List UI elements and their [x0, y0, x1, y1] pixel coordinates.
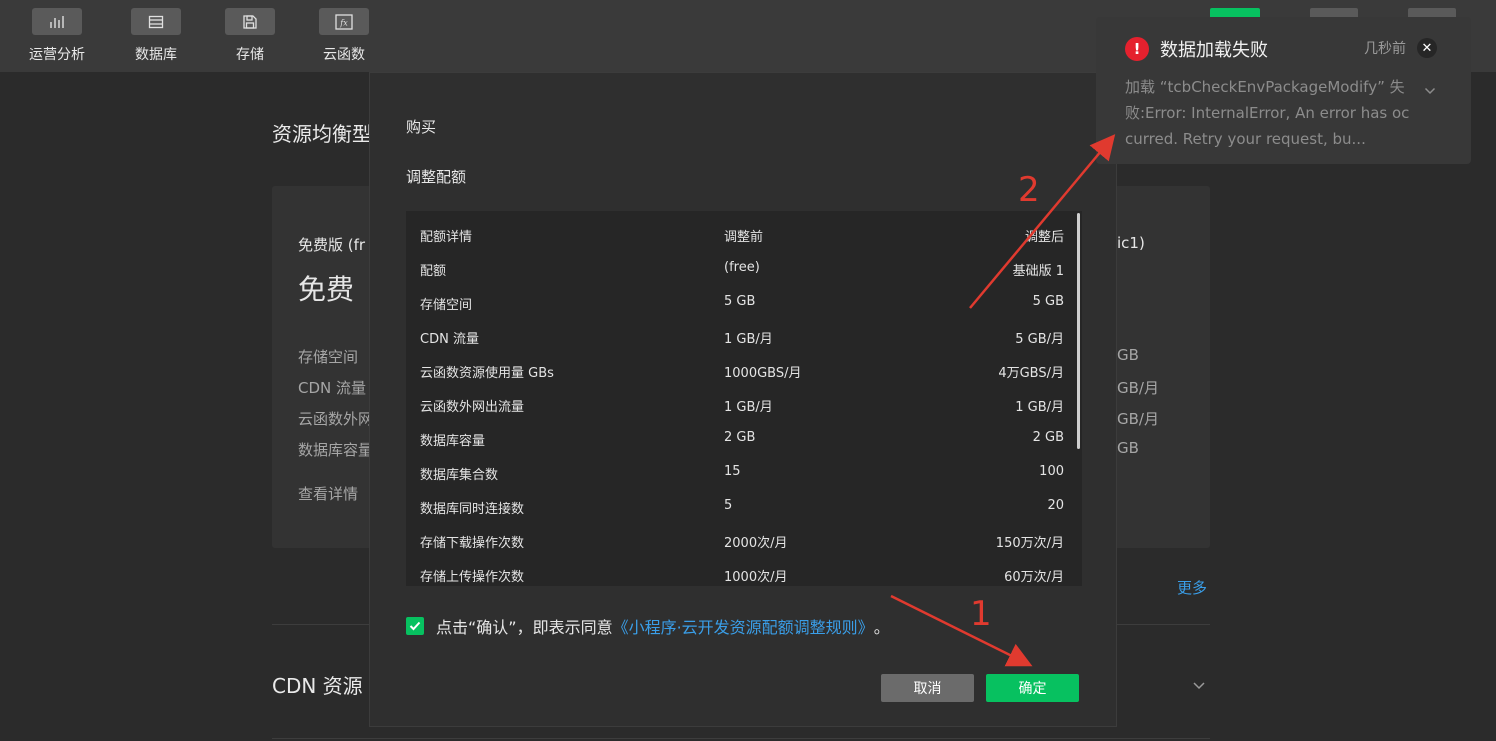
plan-row-value: GB/月 — [1117, 410, 1159, 428]
table-cell: 配额 — [420, 264, 447, 279]
plan-row-value: GB — [1117, 346, 1139, 364]
table-cell: 60万次/月 — [1004, 570, 1064, 585]
plan-row-value: GB — [1117, 439, 1139, 457]
table-cell: 5 GB — [724, 294, 756, 309]
toolbar-storage[interactable]: 存储 — [220, 8, 280, 64]
table-cell: 数据库容量 — [420, 434, 486, 449]
agreement-text: 点击“确认”，即表示同意 — [436, 618, 613, 637]
more-link[interactable]: 更多 — [1177, 577, 1207, 598]
divider — [272, 738, 1210, 739]
close-icon[interactable]: ✕ — [1417, 38, 1437, 58]
table-row: 配额 (free) 基础版 1 — [406, 251, 1072, 285]
toolbar-cloud-function[interactable]: fx 云函数 — [314, 8, 374, 64]
table-header: 配额详情 调整前 调整后 — [406, 217, 1072, 251]
table-row: 存储上传操作次数 1000次/月 60万次/月 — [406, 557, 1072, 586]
column-header: 调整前 — [724, 230, 764, 245]
cdn-section-title: CDN 资源 — [272, 674, 363, 698]
table-cell: 5 — [724, 498, 733, 513]
column-header: 配额详情 — [420, 230, 473, 245]
plan-row-value: GB/月 — [1117, 379, 1159, 397]
annotation-marker-2: 2 — [1018, 170, 1040, 210]
table-cell: 存储空间 — [420, 298, 473, 313]
error-notification: ! 数据加载失败 几秒前 ✕ 加载 “tcbCheckEnvPackageMod… — [1096, 17, 1471, 164]
plan-row: 云函数外网 — [298, 410, 374, 428]
adjust-quota-label: 调整配额 — [406, 168, 467, 186]
table-cell: CDN 流量 — [420, 332, 479, 347]
plan-name-right: ic1) — [1117, 234, 1145, 252]
error-icon: ! — [1125, 37, 1149, 61]
annotation-marker-1: 1 — [970, 594, 992, 634]
table-cell: 云函数资源使用量 GBs — [420, 366, 554, 381]
table-cell: 1 GB/月 — [724, 332, 773, 347]
toolbar-database[interactable]: 数据库 — [126, 8, 186, 64]
database-icon — [131, 8, 181, 35]
table-row: 云函数资源使用量 GBs 1000GBS/月 4万GBS/月 — [406, 353, 1072, 387]
table-cell: 15 — [724, 464, 741, 479]
plan-name: 免费版 (fr — [298, 236, 366, 254]
svg-text:fx: fx — [339, 18, 348, 27]
plan-row: 存储空间 — [298, 348, 359, 366]
agreement-row: 点击“确认”，即表示同意 《小程序·云开发资源配额调整规则》 。 — [406, 615, 890, 637]
table-cell: 20 — [1047, 498, 1064, 513]
table-cell: 2 GB — [724, 430, 756, 445]
table-cell: 5 GB — [1032, 294, 1064, 309]
table-cell: 数据库集合数 — [420, 468, 499, 483]
chevron-down-icon[interactable] — [1424, 80, 1436, 99]
table-cell: 150万次/月 — [995, 536, 1064, 551]
notification-message: 加载 “tcbCheckEnvPackageModify” 失败:Error: … — [1125, 78, 1410, 148]
confirm-button[interactable]: 确定 — [986, 674, 1079, 702]
table-cell: 数据库同时连接数 — [420, 502, 525, 517]
table-cell: 5 GB/月 — [1015, 332, 1064, 347]
table-cell: 1 GB/月 — [1015, 400, 1064, 415]
adjust-quota-dialog: 购买 调整配额 配额详情 调整前 调整后 配额 (free) 基础版 1 存储空… — [369, 72, 1117, 727]
agree-checkbox[interactable] — [406, 617, 424, 635]
toolbar-database-label: 数据库 — [135, 47, 177, 63]
section-title: 资源均衡型 — [272, 122, 372, 146]
table-cell: 基础版 1 — [1012, 264, 1064, 279]
table-cell: 1000次/月 — [724, 570, 788, 585]
table-cell: 云函数外网出流量 — [420, 400, 525, 415]
table-cell: (free) — [724, 260, 760, 275]
table-cell: 100 — [1039, 464, 1064, 479]
view-details-link[interactable]: 查看详情 — [298, 483, 358, 504]
table-cell: 1 GB/月 — [724, 400, 773, 415]
cancel-button[interactable]: 取消 — [881, 674, 974, 702]
purchase-label: 购买 — [406, 118, 437, 136]
rules-link[interactable]: 《小程序·云开发资源配额调整规则》 — [613, 614, 874, 638]
plan-row: 数据库容量 — [298, 441, 374, 459]
toolbar-storage-label: 存储 — [236, 47, 264, 63]
table-cell: 2 GB — [1032, 430, 1064, 445]
quota-table[interactable]: 配额详情 调整前 调整后 配额 (free) 基础版 1 存储空间 5 GB 5… — [406, 211, 1082, 586]
table-cell: 1000GBS/月 — [724, 366, 802, 381]
table-row: 数据库同时连接数 5 20 — [406, 489, 1072, 523]
table-row: 存储空间 5 GB 5 GB — [406, 285, 1072, 319]
plan-price: 免费 — [298, 273, 355, 306]
table-row: 存储下载操作次数 2000次/月 150万次/月 — [406, 523, 1072, 557]
agreement-suffix: 。 — [873, 618, 890, 637]
chevron-down-icon[interactable] — [1192, 676, 1206, 695]
toolbar-analytics[interactable]: 运营分析 — [27, 8, 87, 64]
table-cell: 存储上传操作次数 — [420, 570, 525, 585]
notification-title: 数据加载失败 — [1160, 40, 1268, 61]
plan-row: CDN 流量 — [298, 379, 367, 397]
toolbar-analytics-label: 运营分析 — [29, 47, 85, 63]
table-row: CDN 流量 1 GB/月 5 GB/月 — [406, 319, 1072, 353]
table-cell: 存储下载操作次数 — [420, 536, 525, 551]
toolbar-cloud-function-label: 云函数 — [323, 47, 365, 63]
function-icon: fx — [319, 8, 369, 35]
table-row: 云函数外网出流量 1 GB/月 1 GB/月 — [406, 387, 1072, 421]
table-row: 数据库容量 2 GB 2 GB — [406, 421, 1072, 455]
column-header: 调整后 — [1024, 230, 1064, 245]
table-row: 数据库集合数 15 100 — [406, 455, 1072, 489]
table-cell: 2000次/月 — [724, 536, 788, 551]
table-scrollbar[interactable] — [1077, 213, 1080, 449]
bar-chart-icon — [32, 8, 82, 35]
save-icon — [225, 8, 275, 35]
table-cell: 4万GBS/月 — [998, 366, 1064, 381]
notification-time: 几秒前 — [1364, 41, 1406, 57]
